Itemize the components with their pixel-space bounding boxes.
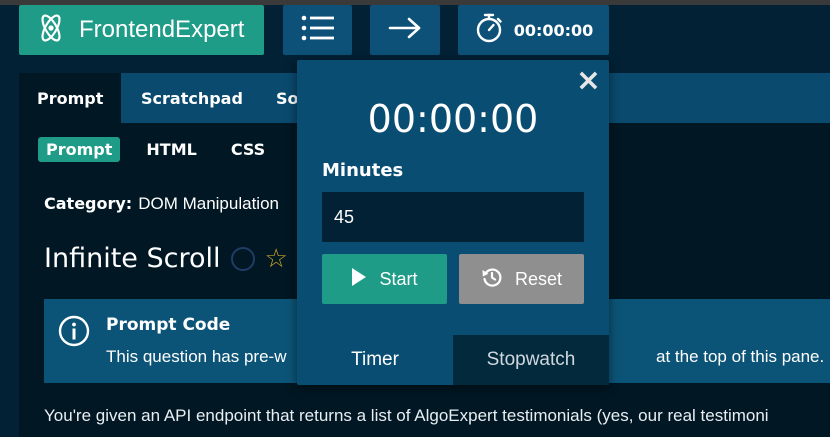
prompt-description: You're given an API endpoint that return… xyxy=(44,406,769,425)
menu-button[interactable] xyxy=(283,5,352,55)
start-button[interactable]: Start xyxy=(322,254,447,304)
stopwatch-icon xyxy=(474,12,504,49)
info-icon xyxy=(58,315,90,352)
next-question-button[interactable] xyxy=(370,5,440,55)
brand-logo-button[interactable]: FrontendExpert xyxy=(19,5,264,55)
question-title-row: Infinite Scroll ☆ xyxy=(44,243,288,274)
minutes-input[interactable] xyxy=(322,192,584,242)
tab-scratchpad[interactable]: Scratchpad xyxy=(123,73,261,123)
timer-readout: 00:00:00 xyxy=(513,20,594,40)
subtab-bar: Prompt HTML CSS xyxy=(38,137,291,162)
category-label: Category: xyxy=(44,194,133,213)
start-button-label: Start xyxy=(379,268,418,289)
notice-text-tail: at the top of this pane. xyxy=(656,347,825,366)
timer-toggle-button[interactable]: 00:00:00 xyxy=(458,5,609,55)
list-icon xyxy=(300,14,336,47)
timer-popup: × 00:00:00 Minutes Start Reset Timer Sto… xyxy=(297,60,609,385)
notice-text: This question has pre-w xyxy=(106,347,287,366)
tab-prompt[interactable]: Prompt xyxy=(19,73,122,123)
subtab-html[interactable]: HTML xyxy=(138,137,204,162)
play-icon xyxy=(351,267,367,292)
atom-icon xyxy=(35,11,67,50)
brand-name: FrontendExpert xyxy=(79,16,245,43)
tab-timer[interactable]: Timer xyxy=(297,335,453,385)
minutes-label: Minutes xyxy=(322,160,404,181)
category-line: Category: DOM Manipulation xyxy=(44,194,279,214)
tab-stopwatch[interactable]: Stopwatch xyxy=(453,335,609,385)
star-icon[interactable]: ☆ xyxy=(265,244,288,274)
reset-button-label: Reset xyxy=(514,268,563,289)
category-value: DOM Manipulation xyxy=(138,194,279,213)
reset-button[interactable]: Reset xyxy=(459,254,584,304)
arrow-right-icon xyxy=(387,16,423,45)
completion-circle-icon[interactable] xyxy=(230,246,255,271)
notice-title: Prompt Code xyxy=(106,315,231,335)
timer-display: 00:00:00 xyxy=(367,97,539,141)
subtab-css[interactable]: CSS xyxy=(223,137,273,162)
close-icon[interactable]: × xyxy=(576,66,601,96)
subtab-prompt[interactable]: Prompt xyxy=(38,137,121,162)
history-icon xyxy=(481,266,503,293)
page-title: Infinite Scroll xyxy=(44,243,221,274)
